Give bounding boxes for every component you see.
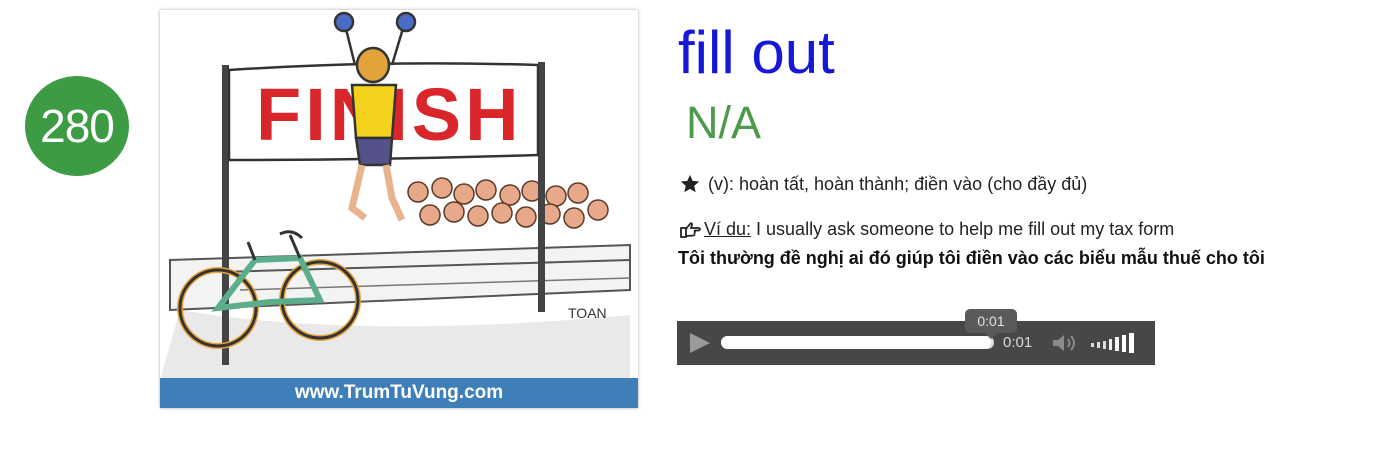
example-sentence: I usually ask someone to help me fill ou… [756, 219, 1175, 239]
card-number-badge: 280 [25, 76, 129, 176]
audio-player: 0:01 0:01 [677, 309, 1155, 365]
mute-button[interactable] [1051, 332, 1081, 354]
progress-track[interactable] [721, 336, 994, 349]
card-number: 280 [40, 100, 115, 152]
volume-level-icon [1091, 333, 1134, 353]
meaning-text: (v): hoàn tất, hoàn thành; điền vào (cho… [708, 173, 1088, 194]
star-icon [678, 173, 702, 195]
speaker-icon [1053, 335, 1075, 351]
meaning-line: (v): hoàn tất, hoàn thành; điền vào (cho… [678, 173, 1087, 195]
finish-line-illustration: FINISH TOAN [160, 11, 631, 380]
example-line: Ví du: I usually ask someone to help me … [678, 219, 1174, 240]
illustration-card: FINISH TOAN www.TrumTuVung.com [160, 10, 638, 408]
volume-slider[interactable] [1089, 331, 1145, 355]
example-label: Ví du: [704, 219, 752, 239]
vocabulary-word: fill out [678, 19, 835, 86]
current-time: 0:01 [1003, 334, 1033, 351]
time-tooltip: 0:01 [965, 309, 1017, 339]
pointing-hand-icon [678, 220, 702, 240]
example-translation: Tôi thường đề nghị ai đó giúp tôi điền v… [678, 248, 1265, 268]
svg-text:TOAN: TOAN [568, 305, 607, 321]
website-url: www.TrumTuVung.com [294, 382, 504, 403]
card-footer: www.TrumTuVung.com [160, 378, 638, 408]
phonetic-text: N/A [686, 97, 762, 148]
play-button[interactable] [685, 331, 713, 355]
play-icon [690, 333, 710, 353]
progress-fill [721, 336, 992, 349]
